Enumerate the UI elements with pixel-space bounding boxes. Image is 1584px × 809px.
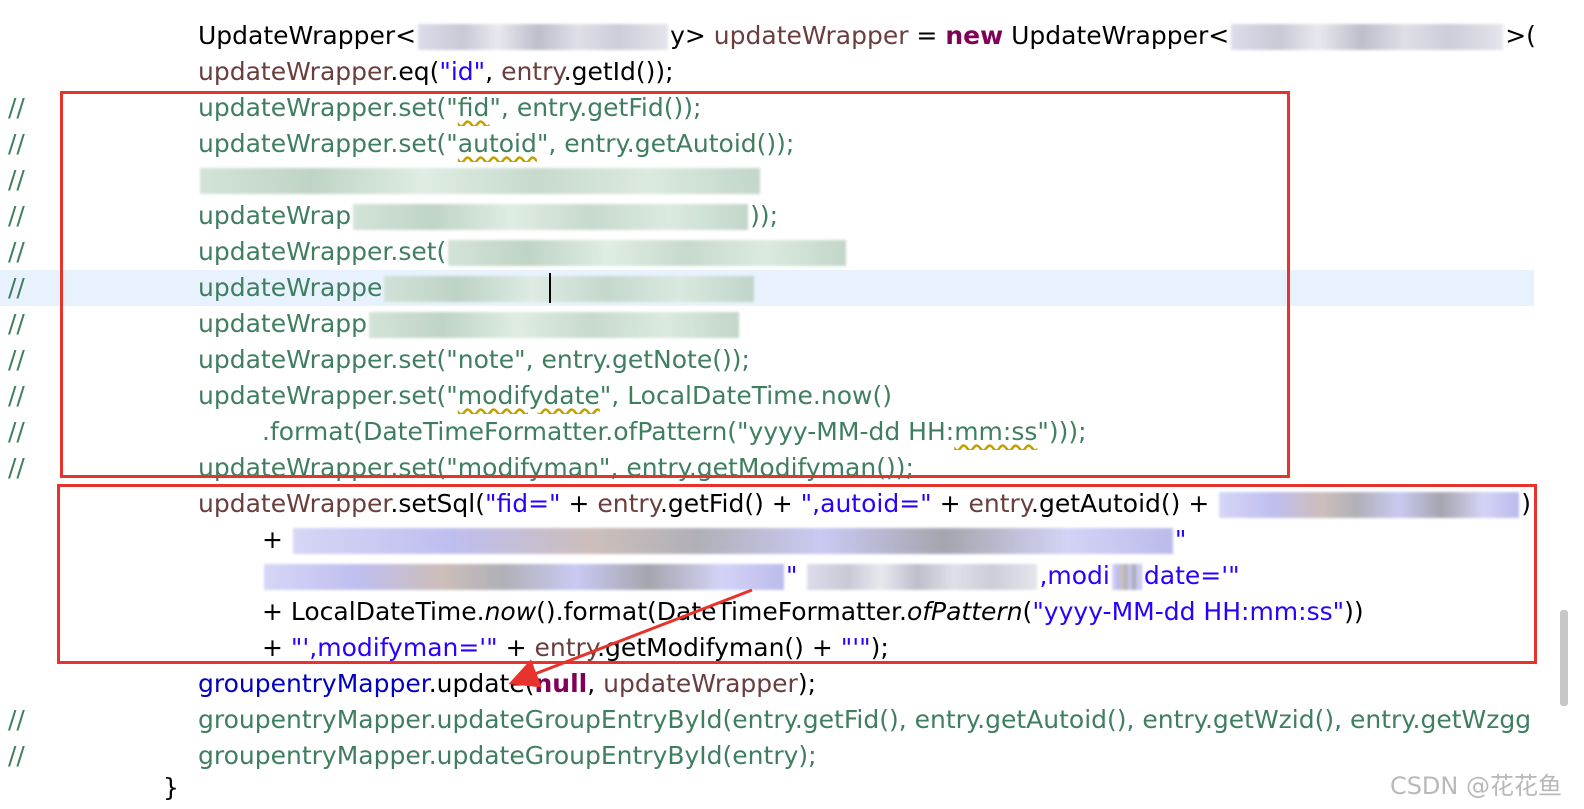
annotation-arrow bbox=[508, 588, 753, 688]
scrollbar-thumb[interactable] bbox=[1560, 610, 1568, 706]
vertical-scrollbar[interactable] bbox=[1548, 0, 1584, 809]
watermark: CSDN @花花鱼 bbox=[1389, 772, 1562, 800]
